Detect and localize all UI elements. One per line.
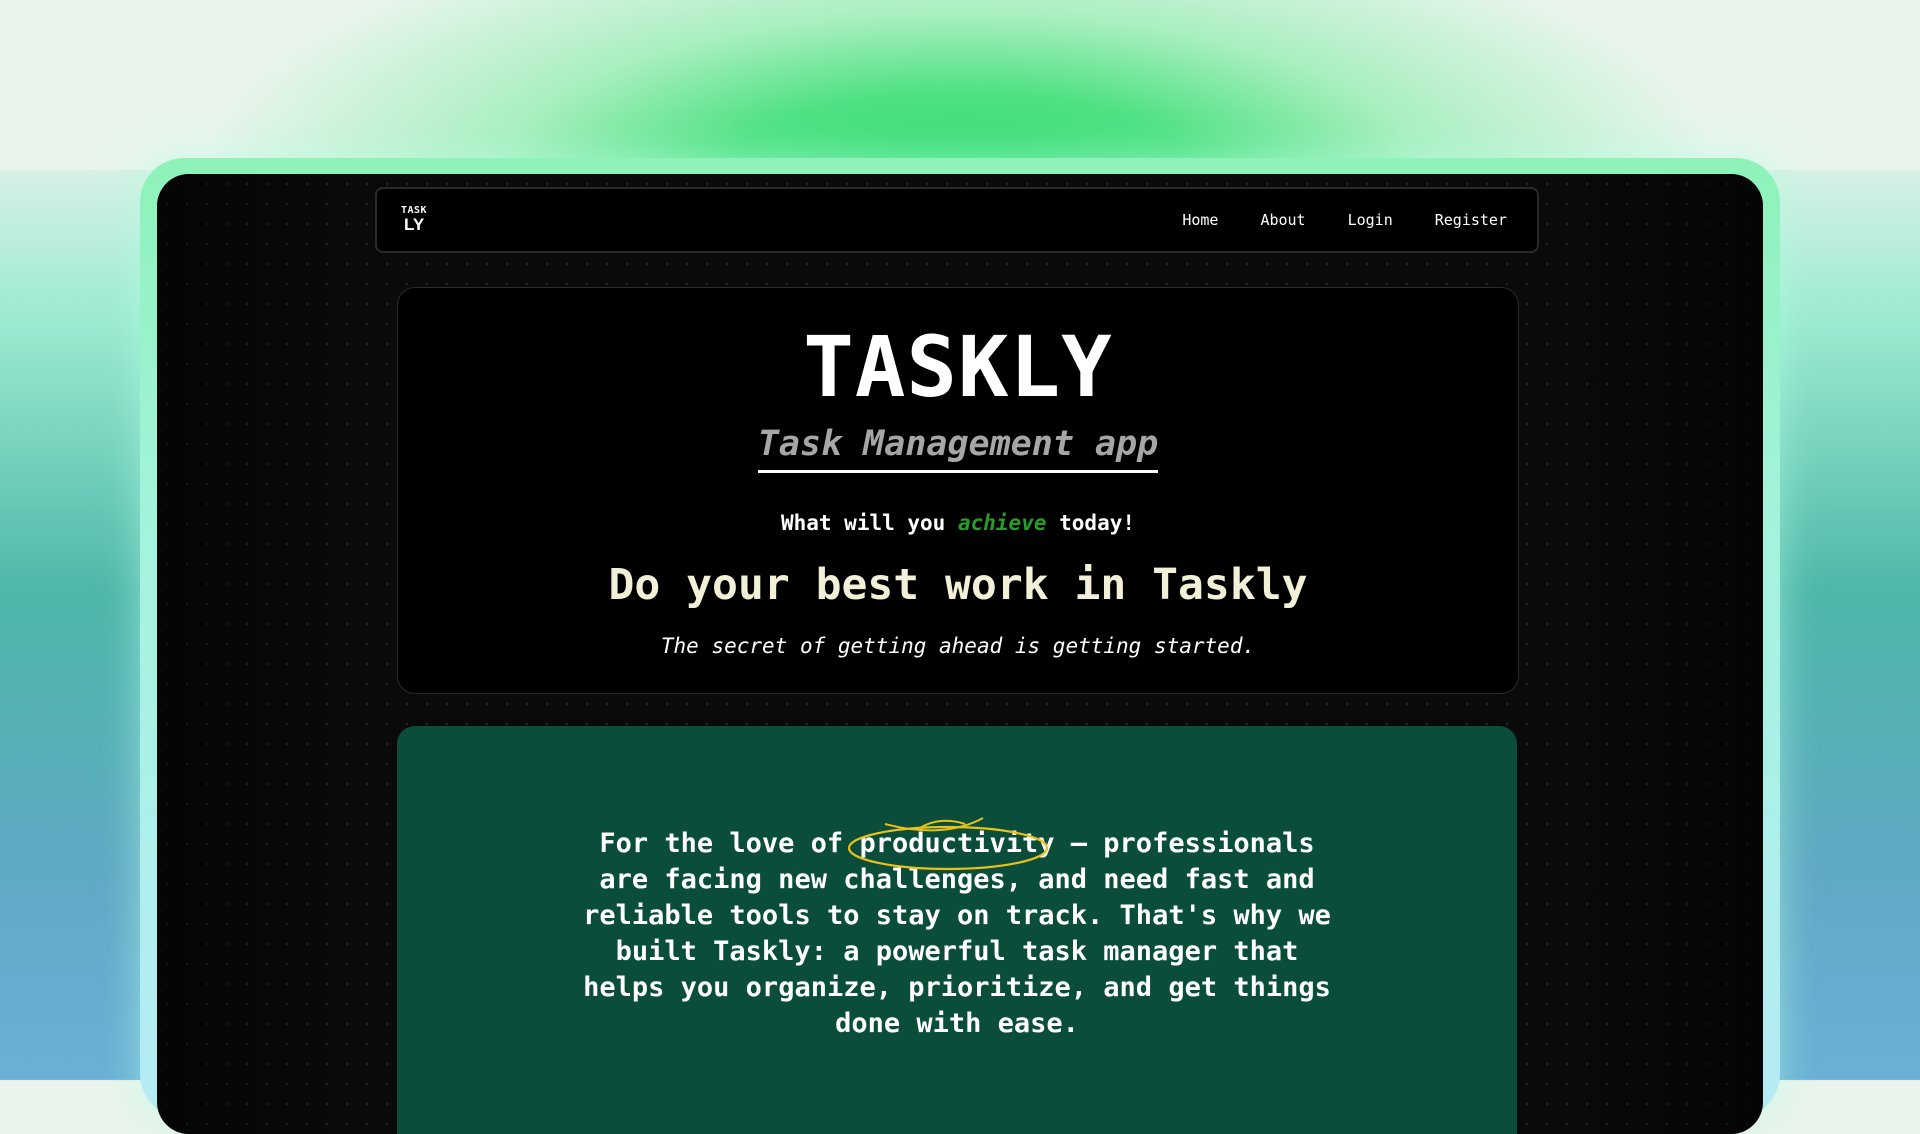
hero-subtitle-wrap: Task Management app (398, 424, 1518, 473)
hero-prompt: What will you achieve today! (398, 511, 1518, 535)
logo-text-bottom: LY (404, 215, 425, 234)
nav-link-login[interactable]: Login (1348, 211, 1393, 229)
about-text: For the love of productivity — professio… (567, 817, 1347, 1042)
hero-quote: The secret of getting ahead is getting s… (660, 634, 1256, 658)
highlight-productivity: productivity (848, 817, 1055, 871)
navbar: TASK LY Home About Login Register (375, 187, 1539, 253)
prompt-highlight: achieve (957, 511, 1047, 535)
background-glow (0, 0, 1920, 170)
hero-subtitle: Task Management app (757, 424, 1159, 473)
hero-headline: Do your best work in Taskly (608, 560, 1308, 610)
nav-link-about[interactable]: About (1260, 211, 1305, 229)
nav-link-register[interactable]: Register (1435, 211, 1507, 229)
about-text-highlight: productivity (859, 828, 1055, 859)
about-card: For the love of productivity — professio… (397, 726, 1517, 1134)
nav-links: Home About Login Register (1140, 189, 1507, 251)
prompt-before: What will you (780, 511, 958, 535)
prompt-after: today! (1046, 511, 1136, 535)
about-text-before: For the love of (599, 828, 860, 859)
hero-card: TASKLY Task Management app What will you… (397, 287, 1519, 694)
hero-title: TASKLY (803, 318, 1113, 416)
logo[interactable]: TASK LY (401, 205, 441, 239)
page-viewport: TASK LY Home About Login Register TASKLY… (157, 174, 1763, 1134)
nav-link-home[interactable]: Home (1182, 211, 1218, 229)
